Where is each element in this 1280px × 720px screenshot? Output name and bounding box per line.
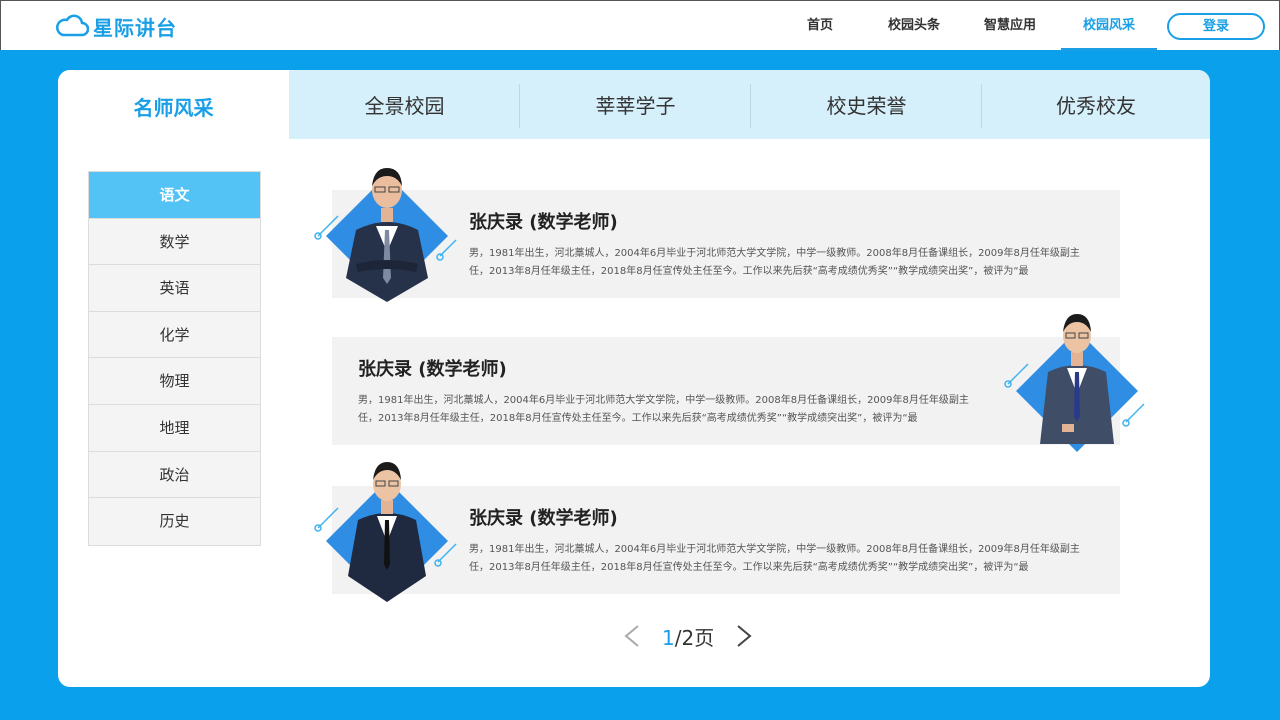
logo[interactable]: 星际讲台	[55, 12, 177, 40]
tab-students[interactable]: 莘莘学子	[520, 70, 751, 139]
sidebar-item-math[interactable]: 数学	[89, 218, 260, 266]
nav-item-campus-style[interactable]: 校园风采	[1061, 1, 1157, 51]
tab-panoramic-campus[interactable]: 全景校园	[289, 70, 520, 139]
teacher-name: 张庆录 (数学老师)	[358, 359, 507, 380]
cloud-icon	[56, 14, 89, 37]
current-page: 1	[662, 625, 675, 650]
login-button[interactable]: 登录	[1167, 13, 1265, 40]
tab-famous-teachers[interactable]: 名师风采	[58, 70, 289, 139]
chevron-right-icon	[737, 625, 752, 647]
sidebar-item-geography[interactable]: 地理	[89, 404, 260, 452]
chevron-left-icon	[624, 625, 639, 647]
subject-sidebar: 语文 数学 英语 化学 物理 地理 政治 历史	[88, 171, 261, 546]
nav-item-home[interactable]: 首页	[781, 1, 859, 51]
teacher-description: 男，1981年出生，河北藁城人，2004年6月毕业于河北师范大学文学院，中学一级…	[358, 395, 969, 424]
nav-item-smart-apps[interactable]: 智慧应用	[969, 1, 1051, 51]
pagination: 1/2页	[618, 618, 758, 654]
teacher-description: 男，1981年出生，河北藁城人，2004年6月毕业于河北师范大学文学院，中学一级…	[469, 544, 1080, 573]
sidebar-item-chinese[interactable]: 语文	[89, 172, 260, 219]
section-tabs: 名师风采 全景校园 莘莘学子 校史荣誉 优秀校友	[58, 70, 1210, 139]
teacher-photo	[312, 452, 462, 602]
sidebar-item-chemistry[interactable]: 化学	[89, 311, 260, 359]
prev-page-button[interactable]	[618, 622, 646, 650]
total-pages: /2页	[674, 625, 715, 650]
tab-school-history[interactable]: 校史荣誉	[751, 70, 982, 139]
teacher-description: 男，1981年出生，河北藁城人，2004年6月毕业于河北师范大学文学院，中学一级…	[469, 248, 1080, 277]
content-panel: 名师风采 全景校园 莘莘学子 校史荣誉 优秀校友 语文 数学 英语 化学 物理 …	[58, 70, 1210, 687]
main-nav: 首页 校园头条 智慧应用 校园风采	[781, 1, 1157, 51]
sidebar-item-english[interactable]: 英语	[89, 265, 260, 312]
teacher-photo	[1002, 308, 1152, 458]
nav-item-campus-headlines[interactable]: 校园头条	[859, 1, 969, 51]
tab-label: 校史荣誉	[826, 94, 907, 118]
teacher-name: 张庆录 (数学老师)	[469, 212, 618, 233]
tab-label: 名师风采	[133, 96, 214, 120]
top-navigation-bar: 星际讲台 首页 校园头条 智慧应用 校园风采 登录	[0, 0, 1280, 51]
tab-label: 优秀校友	[1056, 94, 1136, 118]
sidebar-item-history[interactable]: 历史	[89, 498, 260, 545]
sidebar-item-physics[interactable]: 物理	[89, 358, 260, 405]
page-indicator: 1/2页	[662, 622, 714, 651]
next-page-button[interactable]	[730, 622, 758, 650]
tab-label: 莘莘学子	[595, 94, 676, 118]
tab-alumni[interactable]: 优秀校友	[982, 70, 1210, 139]
logo-text: 星际讲台	[93, 15, 177, 40]
tab-label: 全景校园	[364, 94, 445, 118]
teacher-photo	[312, 160, 462, 310]
teacher-name: 张庆录 (数学老师)	[469, 508, 618, 529]
sidebar-item-politics[interactable]: 政治	[89, 451, 260, 499]
